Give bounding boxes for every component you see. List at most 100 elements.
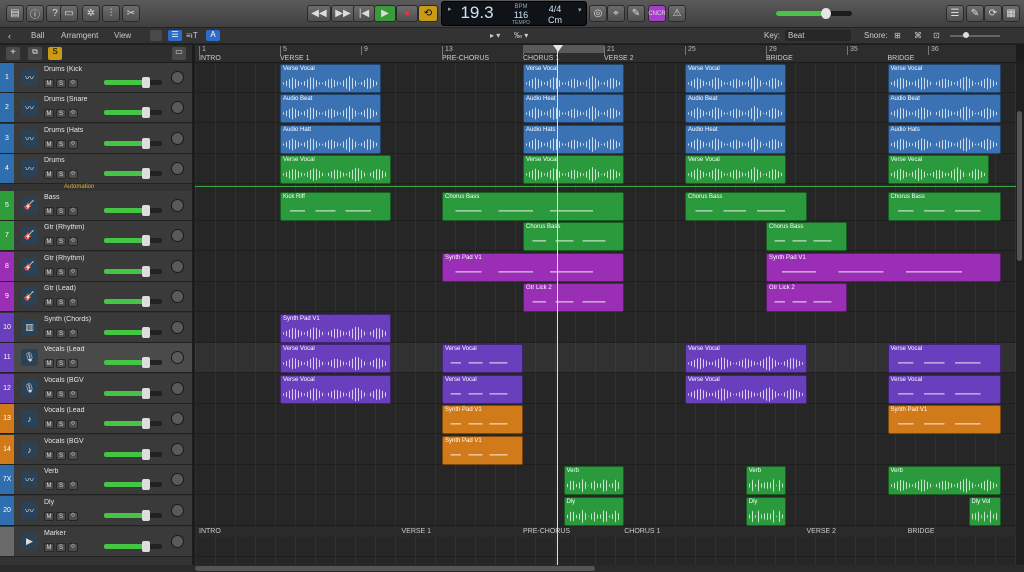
- track-name[interactable]: Dly: [44, 499, 104, 506]
- track-volume-slider[interactable]: [104, 235, 162, 246]
- audio-region[interactable]: Verse Vocal: [685, 155, 787, 184]
- mute-button[interactable]: M: [44, 329, 54, 338]
- record-enable-button[interactable]: ⟐: [68, 109, 78, 118]
- midi-region[interactable]: Verse Vocal: [442, 375, 523, 404]
- browser-icon[interactable]: ▦: [1002, 5, 1020, 22]
- record-enable-button[interactable]: ⟐: [68, 207, 78, 216]
- audio-region[interactable]: Verse Vocal: [887, 64, 1001, 93]
- playhead-handle-icon[interactable]: [553, 45, 563, 52]
- play-button[interactable]: ▶: [374, 5, 396, 22]
- mute-button[interactable]: M: [44, 359, 54, 368]
- track-name[interactable]: Vocals (Lead: [44, 407, 104, 414]
- master-volume-slider[interactable]: [776, 8, 852, 19]
- midi-region[interactable]: Chorus Bass: [442, 192, 625, 221]
- pan-knob[interactable]: [171, 199, 184, 212]
- midi-region[interactable]: Verse Vocal: [887, 375, 1001, 404]
- lcd-display[interactable]: ▸ 19.3 BPM 116 TEMPO 4/4 Cm ▾: [441, 1, 587, 26]
- scissors-icon[interactable]: ✂: [122, 5, 140, 22]
- audio-region[interactable]: Verse Vocal: [523, 155, 625, 184]
- waveform-zoom-icon[interactable]: ⊡: [933, 31, 940, 40]
- audio-region[interactable]: Synth Pad V1: [280, 314, 392, 343]
- track-volume-thumb[interactable]: [142, 510, 150, 521]
- track-name[interactable]: Drums (Kick: [44, 66, 104, 73]
- mute-button[interactable]: M: [44, 451, 54, 460]
- track-name[interactable]: Drums (Hats: [44, 127, 104, 134]
- track-volume-thumb[interactable]: [142, 357, 150, 368]
- pan-knob[interactable]: [171, 504, 184, 517]
- mute-button[interactable]: M: [44, 390, 54, 399]
- track-volume-thumb[interactable]: [142, 327, 150, 338]
- mute-button[interactable]: M: [44, 481, 54, 490]
- audio-region[interactable]: Verse Vocal: [685, 344, 807, 373]
- mute-button[interactable]: M: [44, 543, 54, 552]
- track-volume-slider[interactable]: [104, 296, 162, 307]
- track-header[interactable]: 12 🎙 Vocals (BGV M S ⟐: [0, 374, 192, 404]
- section-marker[interactable]: BRIDGE: [766, 55, 793, 62]
- pan-knob[interactable]: [171, 351, 184, 364]
- zoom-slider[interactable]: [950, 35, 1000, 37]
- audio-region[interactable]: Audio Hats: [887, 125, 1001, 154]
- marker-track-label[interactable]: VERSE 2: [807, 528, 837, 535]
- edit-menu[interactable]: Ball: [31, 31, 44, 40]
- duplicate-track-icon[interactable]: ⧉: [28, 47, 42, 60]
- track-volume-slider[interactable]: [104, 510, 162, 521]
- track-volume-slider[interactable]: [104, 449, 162, 460]
- marker-track-label[interactable]: VERSE 1: [402, 528, 432, 535]
- track-header[interactable]: 13 ♪ Vocals (Lead M S ⟐: [0, 404, 192, 434]
- horizontal-scrollbar[interactable]: [0, 565, 1024, 572]
- midi-region[interactable]: Chorus Bass: [523, 222, 625, 251]
- record-enable-button[interactable]: ⟐: [68, 481, 78, 490]
- audio-region[interactable]: Audio Beat: [685, 94, 787, 123]
- playhead[interactable]: [557, 45, 558, 565]
- audio-region[interactable]: Verb: [745, 466, 787, 495]
- pan-knob[interactable]: [171, 290, 184, 303]
- audio-region[interactable]: Audio Beat: [280, 94, 382, 123]
- track-header[interactable]: 5 🎸 Bass M S ⟐: [0, 191, 192, 221]
- track-header[interactable]: 11 🎙 Vecals (Lead M S ⟐: [0, 343, 192, 373]
- track-header[interactable]: 1 〰 Drums (Kick M S ⟐: [0, 63, 192, 93]
- section-marker[interactable]: VERSE 1: [280, 55, 310, 62]
- track-header[interactable]: 2 〰 Drums (Snare M S ⟐: [0, 93, 192, 123]
- track-volume-slider[interactable]: [104, 107, 162, 118]
- section-marker[interactable]: BRIDGE: [888, 55, 915, 62]
- track-header[interactable]: 20 〰 Dly M S ⟐: [0, 496, 192, 526]
- vertical-scrollbar[interactable]: [1016, 63, 1024, 565]
- mute-button[interactable]: M: [44, 420, 54, 429]
- midi-region[interactable]: Verse Vocal: [442, 344, 523, 373]
- solo-button[interactable]: S: [56, 109, 66, 118]
- audio-region[interactable]: Verse Vocal: [685, 375, 807, 404]
- lcd-menu-icon[interactable]: ▾: [578, 6, 582, 14]
- mute-button[interactable]: M: [44, 109, 54, 118]
- track-volume-thumb[interactable]: [142, 77, 150, 88]
- view-menu[interactable]: View: [114, 31, 131, 40]
- midi-region[interactable]: Synth Pad V1: [887, 405, 1001, 434]
- grid-view-icon[interactable]: ☰: [168, 30, 182, 41]
- pencil-icon[interactable]: ✎: [627, 5, 645, 22]
- track-header[interactable]: 3 〰 Drums (Hats M S ⟐: [0, 124, 192, 154]
- fast-forward-button[interactable]: ▶▶: [331, 5, 355, 22]
- toolbar-toggle-icon[interactable]: ▭: [60, 5, 78, 22]
- track-header[interactable]: 8 🎸 Gtr (Rhythm) M S ⟐: [0, 252, 192, 282]
- snap-icon[interactable]: ⊞: [894, 31, 901, 40]
- track-volume-slider[interactable]: [104, 266, 162, 277]
- track-name[interactable]: Bass: [44, 194, 104, 201]
- track-volume-slider[interactable]: [104, 418, 162, 429]
- track-name[interactable]: Synth (Chords): [44, 316, 104, 323]
- solo-button[interactable]: S: [56, 268, 66, 277]
- pan-knob[interactable]: [171, 229, 184, 242]
- key-dropdown[interactable]: Beat: [785, 30, 851, 41]
- inspector-icon[interactable]: ⓘ: [26, 5, 44, 22]
- track-volume-slider[interactable]: [104, 357, 162, 368]
- mute-button[interactable]: M: [44, 79, 54, 88]
- section-marker[interactable]: VERSE 2: [604, 55, 634, 62]
- automation-line[interactable]: [195, 186, 1016, 187]
- pan-knob[interactable]: [171, 132, 184, 145]
- track-volume-thumb[interactable]: [142, 296, 150, 307]
- pan-knob[interactable]: [171, 321, 184, 334]
- rewind-button[interactable]: ◀◀: [307, 5, 331, 22]
- mute-button[interactable]: M: [44, 298, 54, 307]
- audio-region[interactable]: Verse Vocal: [280, 375, 392, 404]
- solo-button[interactable]: S: [56, 329, 66, 338]
- mute-button[interactable]: M: [44, 170, 54, 179]
- flex-view-icon[interactable]: A: [206, 30, 220, 41]
